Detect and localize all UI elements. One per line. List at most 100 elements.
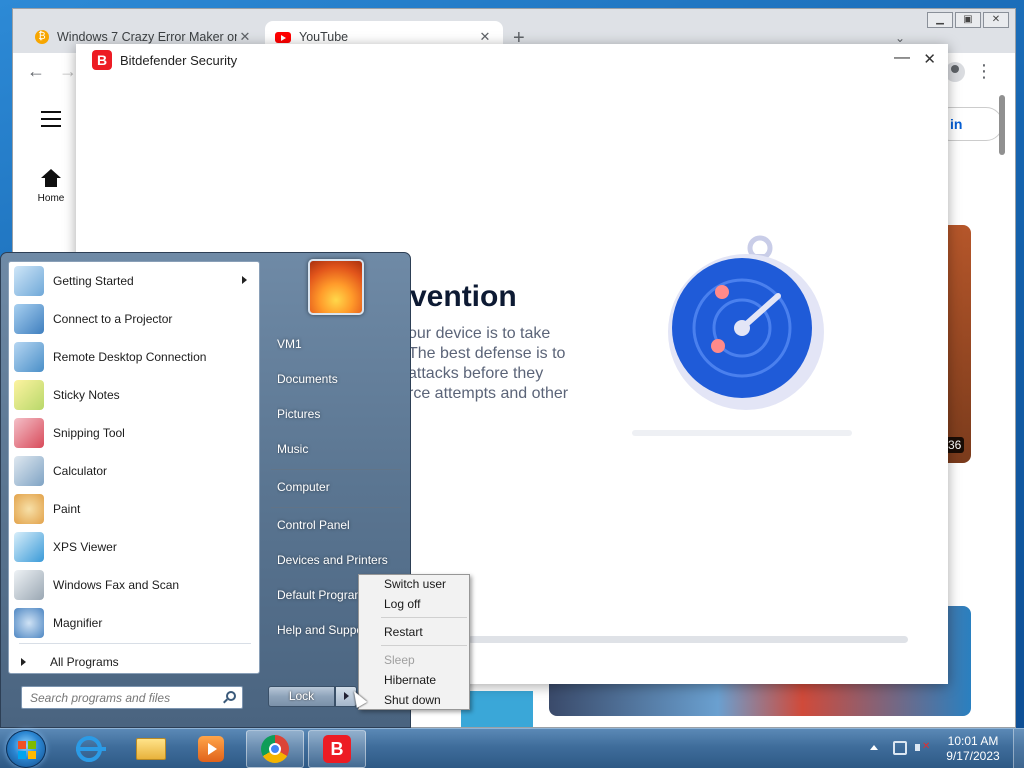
youtube-icon	[275, 31, 291, 43]
profile-icon[interactable]	[945, 62, 965, 82]
program-label: Paint	[53, 502, 81, 516]
tab-search-chevron-icon[interactable]: ⌄	[895, 31, 905, 45]
clock-time: 10:01 AM	[947, 734, 999, 748]
forward-arrow-icon[interactable]: →	[59, 61, 77, 82]
program-sticky-notes[interactable]: Sticky Notes	[9, 376, 259, 414]
user-avatar[interactable]	[308, 259, 364, 315]
start-button[interactable]	[6, 730, 46, 768]
menu-item-log-off[interactable]: Log off	[384, 595, 420, 613]
taskbar: B 10:01 AM 9/17/2023	[0, 728, 1024, 768]
illustration-shadow	[632, 430, 852, 436]
onboarding-heading: vention	[410, 280, 517, 313]
taskbar-bitdefender[interactable]: B	[308, 730, 366, 768]
divider	[271, 469, 401, 470]
file-explorer-icon	[136, 738, 166, 760]
link-control-panel[interactable]: Control Panel	[277, 513, 407, 537]
link-devices-printers[interactable]: Devices and Printers	[277, 548, 407, 572]
program-fax-scan[interactable]: Windows Fax and Scan	[9, 566, 259, 604]
expand-arrow-icon	[21, 658, 26, 666]
program-snipping-tool[interactable]: Snipping Tool	[9, 414, 259, 452]
internet-explorer-icon	[76, 736, 106, 762]
program-label: Sticky Notes	[53, 388, 120, 402]
tab-title: YouTube	[299, 30, 349, 44]
sticky-notes-icon	[14, 380, 44, 410]
minimize-icon[interactable]: —	[894, 49, 910, 67]
search-placeholder: Search programs and files	[30, 691, 171, 705]
program-label: Calculator	[53, 464, 108, 478]
menu-item-sleep: Sleep	[384, 653, 415, 667]
program-label: XPS Viewer	[53, 540, 117, 554]
xps-viewer-icon	[14, 532, 44, 562]
search-icon[interactable]	[226, 691, 236, 701]
program-connect-projector[interactable]: Connect to a Projector	[9, 300, 259, 338]
divider	[381, 645, 467, 646]
taskbar-chrome[interactable]	[246, 730, 304, 768]
menu-item-hibernate[interactable]: Hibernate	[384, 671, 436, 689]
stopwatch-illustration-icon	[668, 235, 824, 410]
page-scrollbar[interactable]	[999, 95, 1005, 155]
menu-item-switch-user[interactable]: Switch user	[384, 575, 446, 593]
show-hidden-icons-arrow-icon[interactable]	[870, 745, 878, 750]
program-getting-started[interactable]: Getting Started	[9, 262, 259, 300]
remote-desktop-icon	[14, 342, 44, 372]
submenu-arrow-icon	[242, 276, 247, 284]
program-label: Magnifier	[53, 616, 103, 630]
scissors-icon	[14, 418, 44, 448]
video-thumbnail[interactable]	[461, 691, 533, 727]
tab-title: Windows 7 Crazy Error Maker on	[57, 30, 237, 44]
paint-palette-icon	[14, 494, 44, 524]
link-default-programs[interactable]: Default Programs	[277, 583, 359, 607]
program-label: Connect to a Projector	[53, 312, 173, 326]
back-arrow-icon[interactable]: ←	[27, 61, 45, 82]
lock-button[interactable]: Lock	[268, 686, 335, 707]
link-help-support[interactable]: Help and Support	[277, 618, 359, 642]
link-music[interactable]: Music	[277, 437, 407, 461]
menu-item-restart[interactable]: Restart	[384, 623, 423, 641]
program-label: Getting Started	[53, 274, 134, 288]
link-user-folder[interactable]: VM1	[277, 332, 407, 356]
system-clock[interactable]: 10:01 AM 9/17/2023	[940, 734, 1006, 764]
program-label: Windows Fax and Scan	[53, 578, 180, 592]
taskbar-media-player[interactable]	[182, 730, 240, 768]
program-paint[interactable]: Paint	[9, 490, 259, 528]
window-title: Bitdefender Security	[120, 52, 238, 68]
onboarding-progress-bar	[468, 636, 908, 643]
divider	[19, 643, 251, 644]
getting-started-icon	[14, 266, 44, 296]
fax-icon	[14, 570, 44, 600]
kebab-menu-icon[interactable]: ⋮	[975, 61, 993, 82]
link-pictures[interactable]: Pictures	[277, 402, 407, 426]
close-icon[interactable]: ✕	[923, 50, 936, 68]
magnifier-icon	[14, 608, 44, 638]
menu-item-shut-down[interactable]: Shut down	[384, 691, 441, 709]
tab-close-icon[interactable]: ✕	[237, 29, 253, 45]
program-xps-viewer[interactable]: XPS Viewer	[9, 528, 259, 566]
all-programs-button[interactable]: All Programs	[21, 652, 119, 672]
divider	[271, 507, 401, 508]
program-magnifier[interactable]: Magnifier	[9, 604, 259, 642]
program-label: Remote Desktop Connection	[53, 350, 207, 364]
tab-close-icon[interactable]: ✕	[477, 29, 493, 45]
program-remote-desktop[interactable]: Remote Desktop Connection	[9, 338, 259, 376]
link-documents[interactable]: Documents	[277, 367, 407, 391]
program-label: Snipping Tool	[53, 426, 125, 440]
volume-muted-icon[interactable]	[915, 741, 931, 755]
link-computer[interactable]: Computer	[277, 475, 407, 499]
power-submenu: Switch user Log off Restart Sleep Hibern…	[358, 574, 470, 710]
all-programs-label: All Programs	[50, 655, 119, 669]
taskbar-file-explorer[interactable]	[122, 730, 180, 768]
network-icon[interactable]	[893, 741, 907, 755]
hamburger-menu-icon[interactable]	[41, 111, 61, 132]
windows-logo-icon	[18, 741, 36, 759]
taskbar-internet-explorer[interactable]	[60, 730, 118, 768]
onboarding-description: our device is to take The best defense i…	[408, 325, 569, 402]
chrome-icon	[261, 735, 289, 763]
media-player-icon	[198, 736, 224, 762]
bitcoin-icon: ₿	[35, 30, 49, 44]
program-calculator[interactable]: Calculator	[9, 452, 259, 490]
programs-pane: Getting Started Connect to a Projector R…	[8, 261, 260, 674]
bitdefender-icon: B	[323, 735, 351, 763]
nav-home[interactable]: Home	[31, 169, 71, 204]
search-input[interactable]: Search programs and files	[21, 686, 243, 709]
show-desktop-button[interactable]	[1013, 729, 1024, 768]
